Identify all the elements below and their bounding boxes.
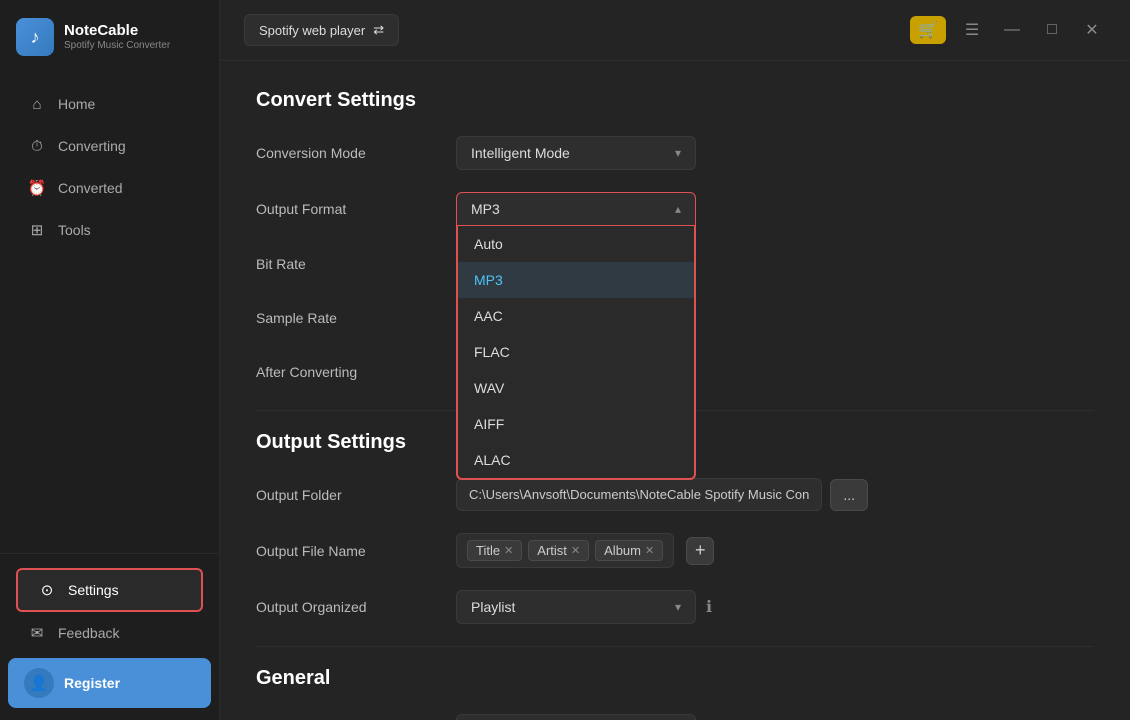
general-section: General Appearance Dark ▾ Languages Engl…	[256, 667, 1094, 720]
info-icon[interactable]: ℹ	[706, 597, 712, 617]
format-option-aac[interactable]: AAC	[458, 298, 694, 334]
tag-title: Title ✕	[467, 540, 522, 561]
sidebar-item-feedback-label: Feedback	[58, 625, 119, 641]
spotify-btn-label: Spotify web player	[259, 23, 365, 38]
cart-button[interactable]: 🛒	[910, 16, 946, 44]
register-button[interactable]: 👤 Register	[8, 658, 211, 708]
output-filename-label: Output File Name	[256, 543, 456, 559]
format-option-alac[interactable]: ALAC	[458, 442, 694, 478]
output-organized-control: Playlist ▾ ℹ	[456, 590, 712, 624]
sidebar-bottom: ⊙ Settings ✉ Feedback 👤 Register	[0, 553, 219, 720]
sidebar-item-settings[interactable]: ⊙ Settings	[16, 568, 203, 612]
menu-button[interactable]: ☰	[958, 16, 986, 44]
conversion-mode-row: Conversion Mode Intelligent Mode ▾	[256, 136, 1094, 170]
logo-text: NoteCable Spotify Music Converter	[64, 22, 170, 52]
logo-icon: ♪	[16, 18, 54, 56]
tag-title-close[interactable]: ✕	[504, 544, 513, 557]
format-option-flac[interactable]: FLAC	[458, 334, 694, 370]
output-format-value: MP3	[471, 201, 500, 217]
converted-icon: ⏰	[28, 179, 46, 197]
output-format-menu: Auto MP3 AAC FLAC WAV AIFF ALAC	[456, 226, 696, 480]
sample-rate-label: Sample Rate	[256, 310, 456, 326]
spotify-player-button[interactable]: Spotify web player ⇄	[244, 14, 399, 46]
settings-content: Convert Settings Conversion Mode Intelli…	[220, 61, 1130, 720]
output-format-control: MP3 ▴ Auto MP3 AAC FLAC WAV AIFF ALAC	[456, 192, 716, 226]
output-format-label: Output Format	[256, 201, 456, 217]
sidebar-item-converted-label: Converted	[58, 180, 123, 196]
format-option-aiff[interactable]: AIFF	[458, 406, 694, 442]
output-format-row: Output Format MP3 ▴ Auto MP3 AAC FLAC WA…	[256, 192, 1094, 226]
output-organized-label: Output Organized	[256, 599, 456, 615]
switch-icon: ⇄	[373, 22, 384, 38]
tag-container: Title ✕ Artist ✕ Album ✕	[456, 533, 674, 568]
chevron-down-icon: ▾	[675, 146, 681, 160]
convert-settings-title: Convert Settings	[256, 89, 1094, 112]
home-icon: ⌂	[28, 95, 46, 113]
output-format-dropdown[interactable]: MP3 ▴	[456, 192, 696, 226]
converting-icon: ⏱	[28, 137, 46, 155]
conversion-mode-value: Intelligent Mode	[471, 145, 570, 161]
sidebar-item-converting-label: Converting	[58, 138, 126, 154]
appearance-dropdown[interactable]: Dark ▾	[456, 714, 696, 720]
feedback-icon: ✉	[28, 624, 46, 642]
output-folder-control: C:\Users\Anvsoft\Documents\NoteCable Spo…	[456, 478, 868, 511]
output-folder-row: Output Folder C:\Users\Anvsoft\Documents…	[256, 478, 1094, 511]
app-title: NoteCable	[64, 22, 170, 40]
window-controls: 🛒 ☰ — □ ✕	[910, 16, 1106, 44]
tag-artist: Artist ✕	[528, 540, 589, 561]
sidebar-item-home[interactable]: ⌂ Home	[8, 84, 211, 124]
sidebar-item-feedback[interactable]: ✉ Feedback	[8, 614, 211, 652]
output-folder-label: Output Folder	[256, 487, 456, 503]
topbar: Spotify web player ⇄ 🛒 ☰ — □ ✕	[220, 0, 1130, 61]
general-title: General	[256, 667, 1094, 690]
tag-album-close[interactable]: ✕	[645, 544, 654, 557]
divider-2	[256, 646, 1094, 647]
appearance-row: Appearance Dark ▾	[256, 714, 1094, 720]
register-label: Register	[64, 675, 120, 691]
output-organized-value: Playlist	[471, 599, 515, 615]
format-option-auto[interactable]: Auto	[458, 226, 694, 262]
output-organized-row: Output Organized Playlist ▾ ℹ	[256, 590, 1094, 624]
after-converting-label: After Converting	[256, 364, 456, 380]
sidebar-item-home-label: Home	[58, 96, 95, 112]
output-folder-input[interactable]: C:\Users\Anvsoft\Documents\NoteCable Spo…	[456, 478, 822, 511]
chevron-up-icon: ▴	[675, 202, 681, 216]
tools-icon: ⊞	[28, 221, 46, 239]
format-option-wav[interactable]: WAV	[458, 370, 694, 406]
sidebar-item-converted[interactable]: ⏰ Converted	[8, 168, 211, 208]
chevron-down-icon: ▾	[675, 600, 681, 614]
sidebar: ♪ NoteCable Spotify Music Converter ⌂ Ho…	[0, 0, 220, 720]
output-filename-row: Output File Name Title ✕ Artist ✕ Album …	[256, 533, 1094, 568]
conversion-mode-control: Intelligent Mode ▾	[456, 136, 716, 170]
format-option-mp3[interactable]: MP3	[458, 262, 694, 298]
add-tag-button[interactable]: +	[686, 537, 714, 565]
close-button[interactable]: ✕	[1078, 16, 1106, 44]
sidebar-item-tools-label: Tools	[58, 222, 91, 238]
tag-artist-close[interactable]: ✕	[571, 544, 580, 557]
conversion-mode-label: Conversion Mode	[256, 145, 456, 161]
minimize-button[interactable]: —	[998, 16, 1026, 44]
tag-album: Album ✕	[595, 540, 663, 561]
app-subtitle: Spotify Music Converter	[64, 40, 170, 52]
avatar: 👤	[24, 668, 54, 698]
output-organized-dropdown[interactable]: Playlist ▾	[456, 590, 696, 624]
maximize-button[interactable]: □	[1038, 16, 1066, 44]
browse-button[interactable]: ...	[830, 479, 868, 511]
settings-icon: ⊙	[38, 581, 56, 599]
appearance-control: Dark ▾	[456, 714, 716, 720]
bit-rate-label: Bit Rate	[256, 256, 456, 272]
avatar-icon: 👤	[30, 674, 49, 692]
conversion-mode-dropdown[interactable]: Intelligent Mode ▾	[456, 136, 696, 170]
sidebar-item-settings-label: Settings	[68, 582, 119, 598]
app-logo: ♪ NoteCable Spotify Music Converter	[0, 0, 219, 74]
sidebar-item-converting[interactable]: ⏱ Converting	[8, 126, 211, 166]
sidebar-item-tools[interactable]: ⊞ Tools	[8, 210, 211, 250]
main-content: Spotify web player ⇄ 🛒 ☰ — □ ✕ Convert S…	[220, 0, 1130, 720]
sidebar-nav: ⌂ Home ⏱ Converting ⏰ Converted ⊞ Tools	[0, 74, 219, 553]
output-filename-control: Title ✕ Artist ✕ Album ✕ +	[456, 533, 714, 568]
